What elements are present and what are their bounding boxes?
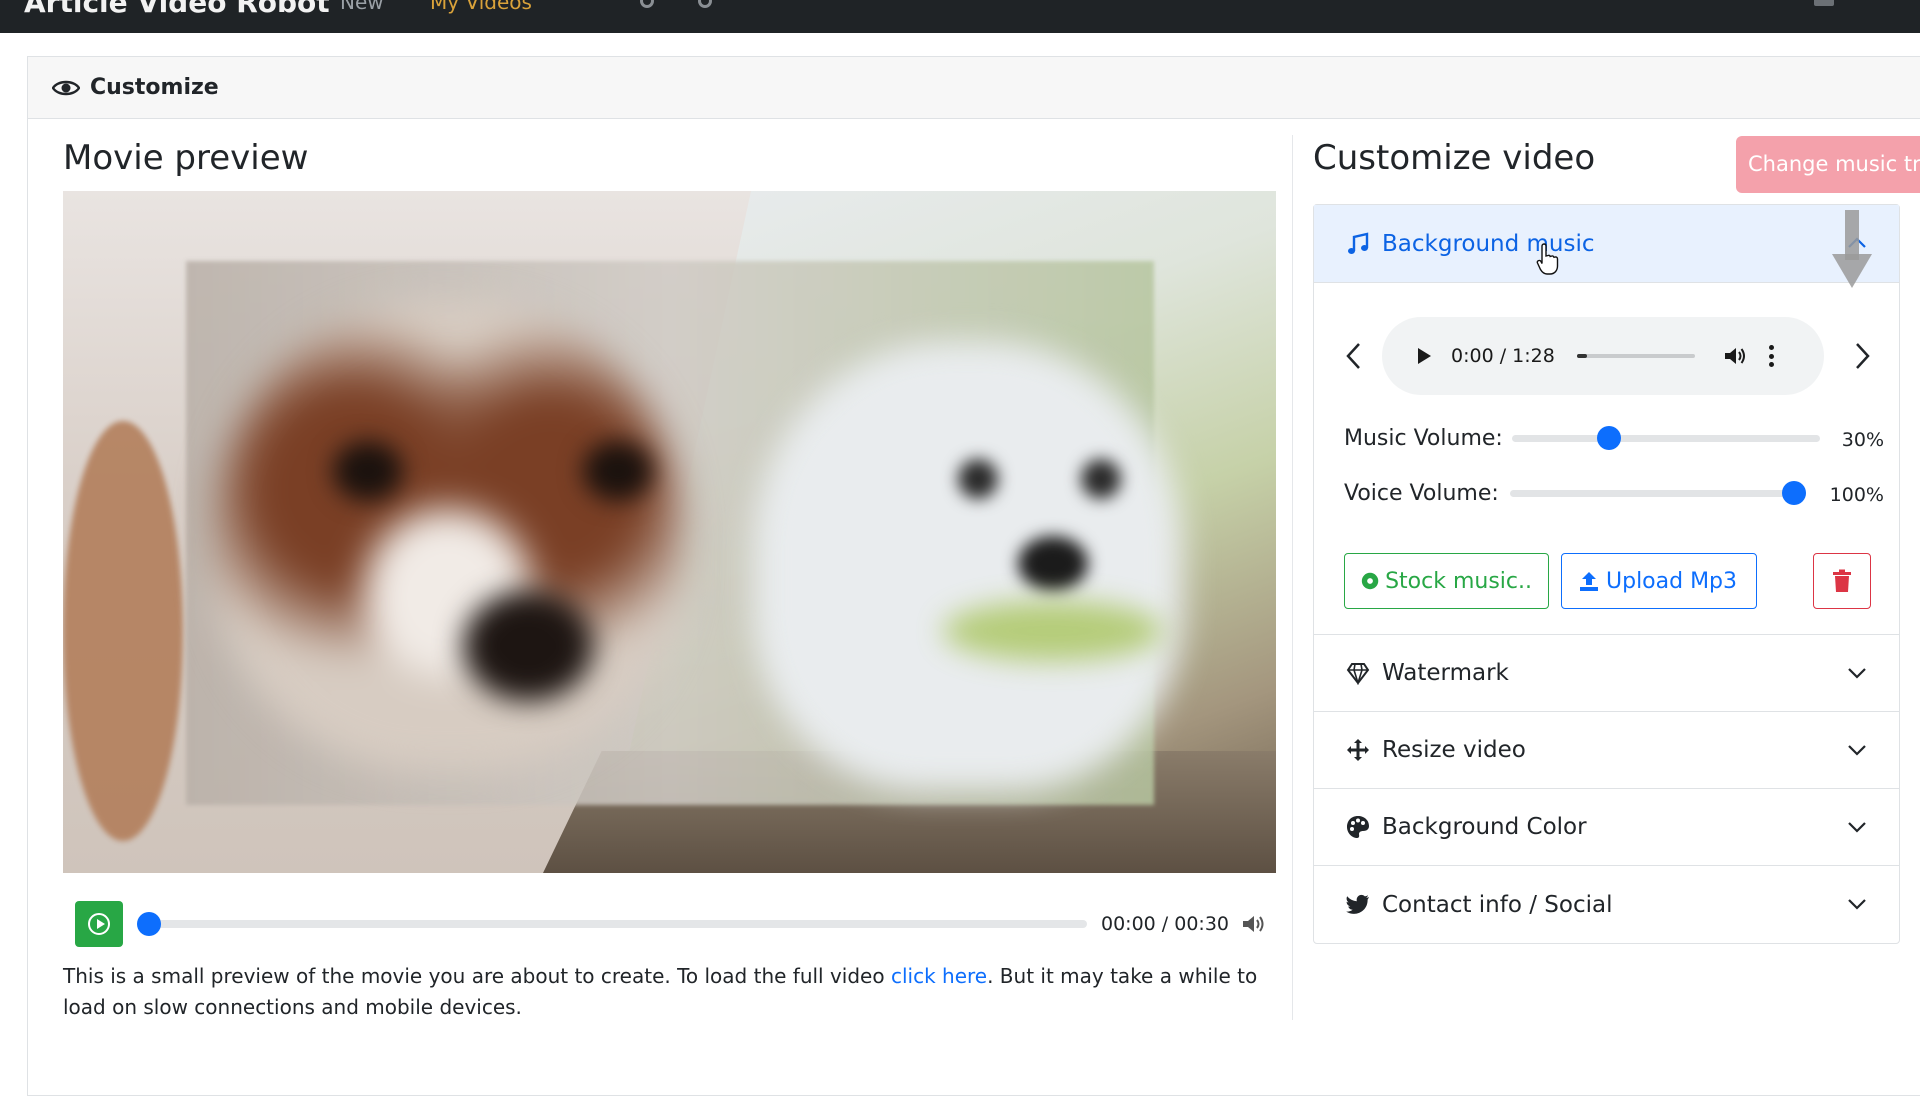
diamond-icon [1346,663,1370,685]
music-volume-row: Music Volume: 30% [1344,423,1884,453]
change-music-track-button[interactable]: Change music track [1736,136,1920,193]
accordion-background-music[interactable]: Background music [1314,205,1899,283]
voice-volume-label: Voice Volume: [1344,480,1499,506]
voice-volume-slider[interactable] [1510,480,1806,505]
music-volume-handle[interactable] [1597,425,1622,450]
move-arrows-icon [1347,739,1369,761]
stock-music-button[interactable]: Stock music.. [1344,553,1549,609]
upload-icon [1580,572,1598,591]
palette-icon [1347,816,1369,838]
music-note-icon [1348,231,1369,254]
preview-dog-brown [213,301,683,771]
preview-dog-eye [583,441,653,501]
speaker-icon[interactable] [1241,913,1267,935]
nav-info-icon[interactable] [698,0,712,8]
preview-seek-handle[interactable] [137,912,161,936]
accordion-contact-social-label: Contact info / Social [1382,891,1613,918]
nav-new-link[interactable]: New [340,0,384,14]
music-volume-label: Music Volume: [1344,425,1503,451]
customize-accordion: Background music 0:00 / 1:28 Music Volum… [1313,204,1900,944]
record-disc-icon [1361,572,1379,590]
voice-volume-value: 100% [1829,484,1884,506]
preview-play-button[interactable] [75,901,123,947]
voice-volume-row: Voice Volume: 100% [1344,478,1884,508]
preview-time: 00:00 / 00:30 [1101,913,1229,935]
column-divider [1292,135,1293,1020]
music-volume-slider[interactable] [1512,425,1820,450]
top-navbar: Article Video Robot New My Videos [0,0,1920,33]
preview-dog-nose [463,591,593,701]
play-circle-icon [88,913,110,935]
preview-seek-bar[interactable] [137,912,1087,936]
preview-description: This is a small preview of the movie you… [63,964,1258,1019]
preview-player-controls: 00:00 / 00:30 [63,895,1278,953]
chevron-down-icon [1848,668,1866,679]
accordion-background-color-label: Background Color [1382,814,1587,840]
chevron-left-icon[interactable] [1344,341,1362,371]
chevron-down-icon [1848,899,1866,910]
chevron-down-icon [1848,822,1866,833]
music-volume-value: 30% [1841,429,1884,451]
accordion-background-music-label: Background music [1382,230,1595,257]
movie-preview-video[interactable] [63,191,1276,873]
audio-play-icon[interactable] [1418,348,1431,364]
eye-icon [52,80,80,95]
chevron-right-icon[interactable] [1854,341,1872,371]
preview-dog-collar [943,601,1163,661]
twitter-icon [1346,894,1369,914]
accordion-resize-video[interactable]: Resize video [1314,712,1899,789]
voice-volume-handle[interactable] [1782,480,1806,505]
brand-title[interactable]: Article Video Robot [24,0,330,19]
preview-dog-nose [1018,536,1088,591]
card-header-title: Customize [90,75,219,100]
accordion-contact-social[interactable]: Contact info / Social [1314,866,1899,943]
load-full-video-link[interactable]: click here [891,964,987,988]
audio-progress-bar[interactable] [1576,354,1695,358]
upload-mp3-button[interactable]: Upload Mp3 [1561,553,1757,609]
nav-account-icon[interactable] [1814,0,1834,6]
nav-help-icon[interactable] [640,0,654,8]
preview-dog-eye [333,441,403,501]
chevron-down-icon [1848,745,1866,756]
music-audio-player[interactable]: 0:00 / 1:28 [1382,317,1824,395]
down-arrow-icon [1832,210,1872,288]
movie-preview-section: Movie preview 00:00 / 00:30 This is a sm… [63,130,1278,1023]
accordion-watermark[interactable]: Watermark [1314,635,1899,712]
preview-dog-eye [1081,459,1121,499]
card-header: Customize [28,57,1920,119]
background-music-panel: 0:00 / 1:28 Music Volume: 30% Voice Volu… [1314,283,1899,635]
accordion-background-color[interactable]: Background Color [1314,789,1899,866]
audio-more-options-icon[interactable] [1768,345,1775,367]
accordion-watermark-label: Watermark [1382,660,1509,686]
accordion-resize-video-label: Resize video [1382,737,1526,763]
preview-dog-ear [63,421,183,841]
audio-time: 0:00 / 1:28 [1451,345,1555,367]
hand-cursor-icon [1536,243,1559,275]
audio-volume-icon[interactable] [1723,345,1747,367]
movie-preview-heading: Movie preview [63,138,309,178]
trash-icon [1833,569,1851,592]
nav-my-videos-link[interactable]: My Videos [430,0,532,14]
preview-dog-eye [958,459,998,499]
delete-music-button[interactable] [1813,553,1871,609]
preview-dog-white [753,341,1183,791]
